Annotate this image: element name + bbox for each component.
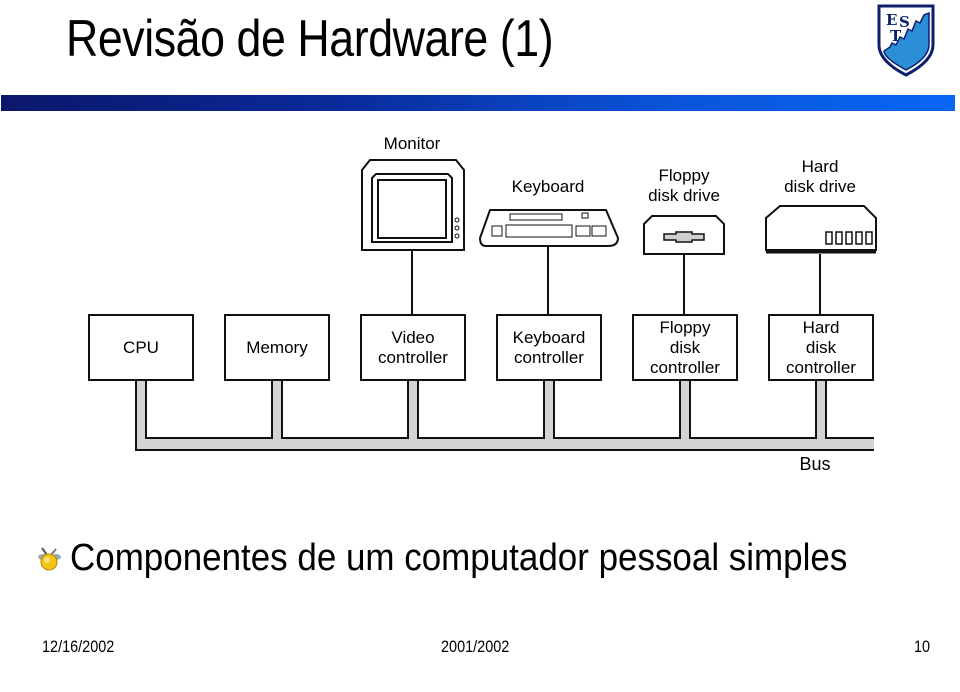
footer-center: 2001/2002 — [441, 637, 510, 656]
page-number: 10 — [914, 637, 931, 656]
bee-bullet-icon — [38, 547, 61, 571]
keyboard-controller-box: Keyboard controller — [496, 314, 602, 381]
cpu-box: CPU — [88, 314, 194, 381]
hard-drive-label-line: disk drive — [784, 177, 856, 196]
floppy-controller-label-line: disk — [669, 337, 701, 357]
monitor-icon — [361, 159, 465, 251]
hard-disk-controller-label-line: Hard — [802, 317, 840, 337]
floppy-controller-label-line: Floppy — [659, 317, 711, 337]
monitor-label: Monitor — [383, 134, 441, 153]
keyboard-icon — [478, 209, 620, 247]
svg-text:T: T — [890, 27, 902, 45]
hard-drive-label: Hard disk drive — [770, 157, 870, 197]
hard-disk-controller-box: Hard disk controller — [768, 314, 874, 381]
floppy-controller-label-line: controller — [650, 357, 720, 377]
memory-label: Memory — [246, 337, 308, 357]
video-controller-label-line: Video — [391, 327, 435, 347]
bus — [136, 378, 874, 450]
video-controller-label-line: controller — [378, 347, 448, 367]
footer-date: 12/16/2002 — [42, 637, 115, 656]
floppy-controller-box: Floppy disk controller — [632, 314, 738, 381]
bus-label: Bus — [799, 454, 831, 474]
slide-caption: Componentes de um computador pessoal sim… — [70, 537, 848, 579]
cpu-label: CPU — [123, 337, 159, 357]
hard-drive-label-line: Hard — [801, 157, 839, 176]
keyboard-controller-label-line: Keyboard — [512, 327, 586, 347]
memory-box: Memory — [224, 314, 330, 381]
hard-disk-controller-label-line: disk — [805, 337, 837, 357]
floppy-drive-icon — [643, 215, 725, 255]
floppy-drive-label-line: disk drive — [648, 186, 720, 205]
floppy-drive-label: Floppy disk drive — [634, 166, 734, 206]
slide-title: Revisão de Hardware (1) — [66, 10, 554, 68]
keyboard-label: Keyboard — [511, 177, 585, 196]
title-accent-bar — [1, 95, 955, 111]
video-controller-box: Video controller — [360, 314, 466, 381]
floppy-drive-label-line: Floppy — [658, 166, 710, 185]
hard-drive-icon — [765, 205, 877, 254]
keyboard-controller-label-line: controller — [514, 347, 584, 367]
hard-disk-controller-label-line: controller — [786, 357, 856, 377]
hardware-diagram: Monitor Keyboard Floppy disk drive Hard … — [0, 120, 960, 490]
est-shield-logo-icon: E S T — [877, 4, 935, 77]
